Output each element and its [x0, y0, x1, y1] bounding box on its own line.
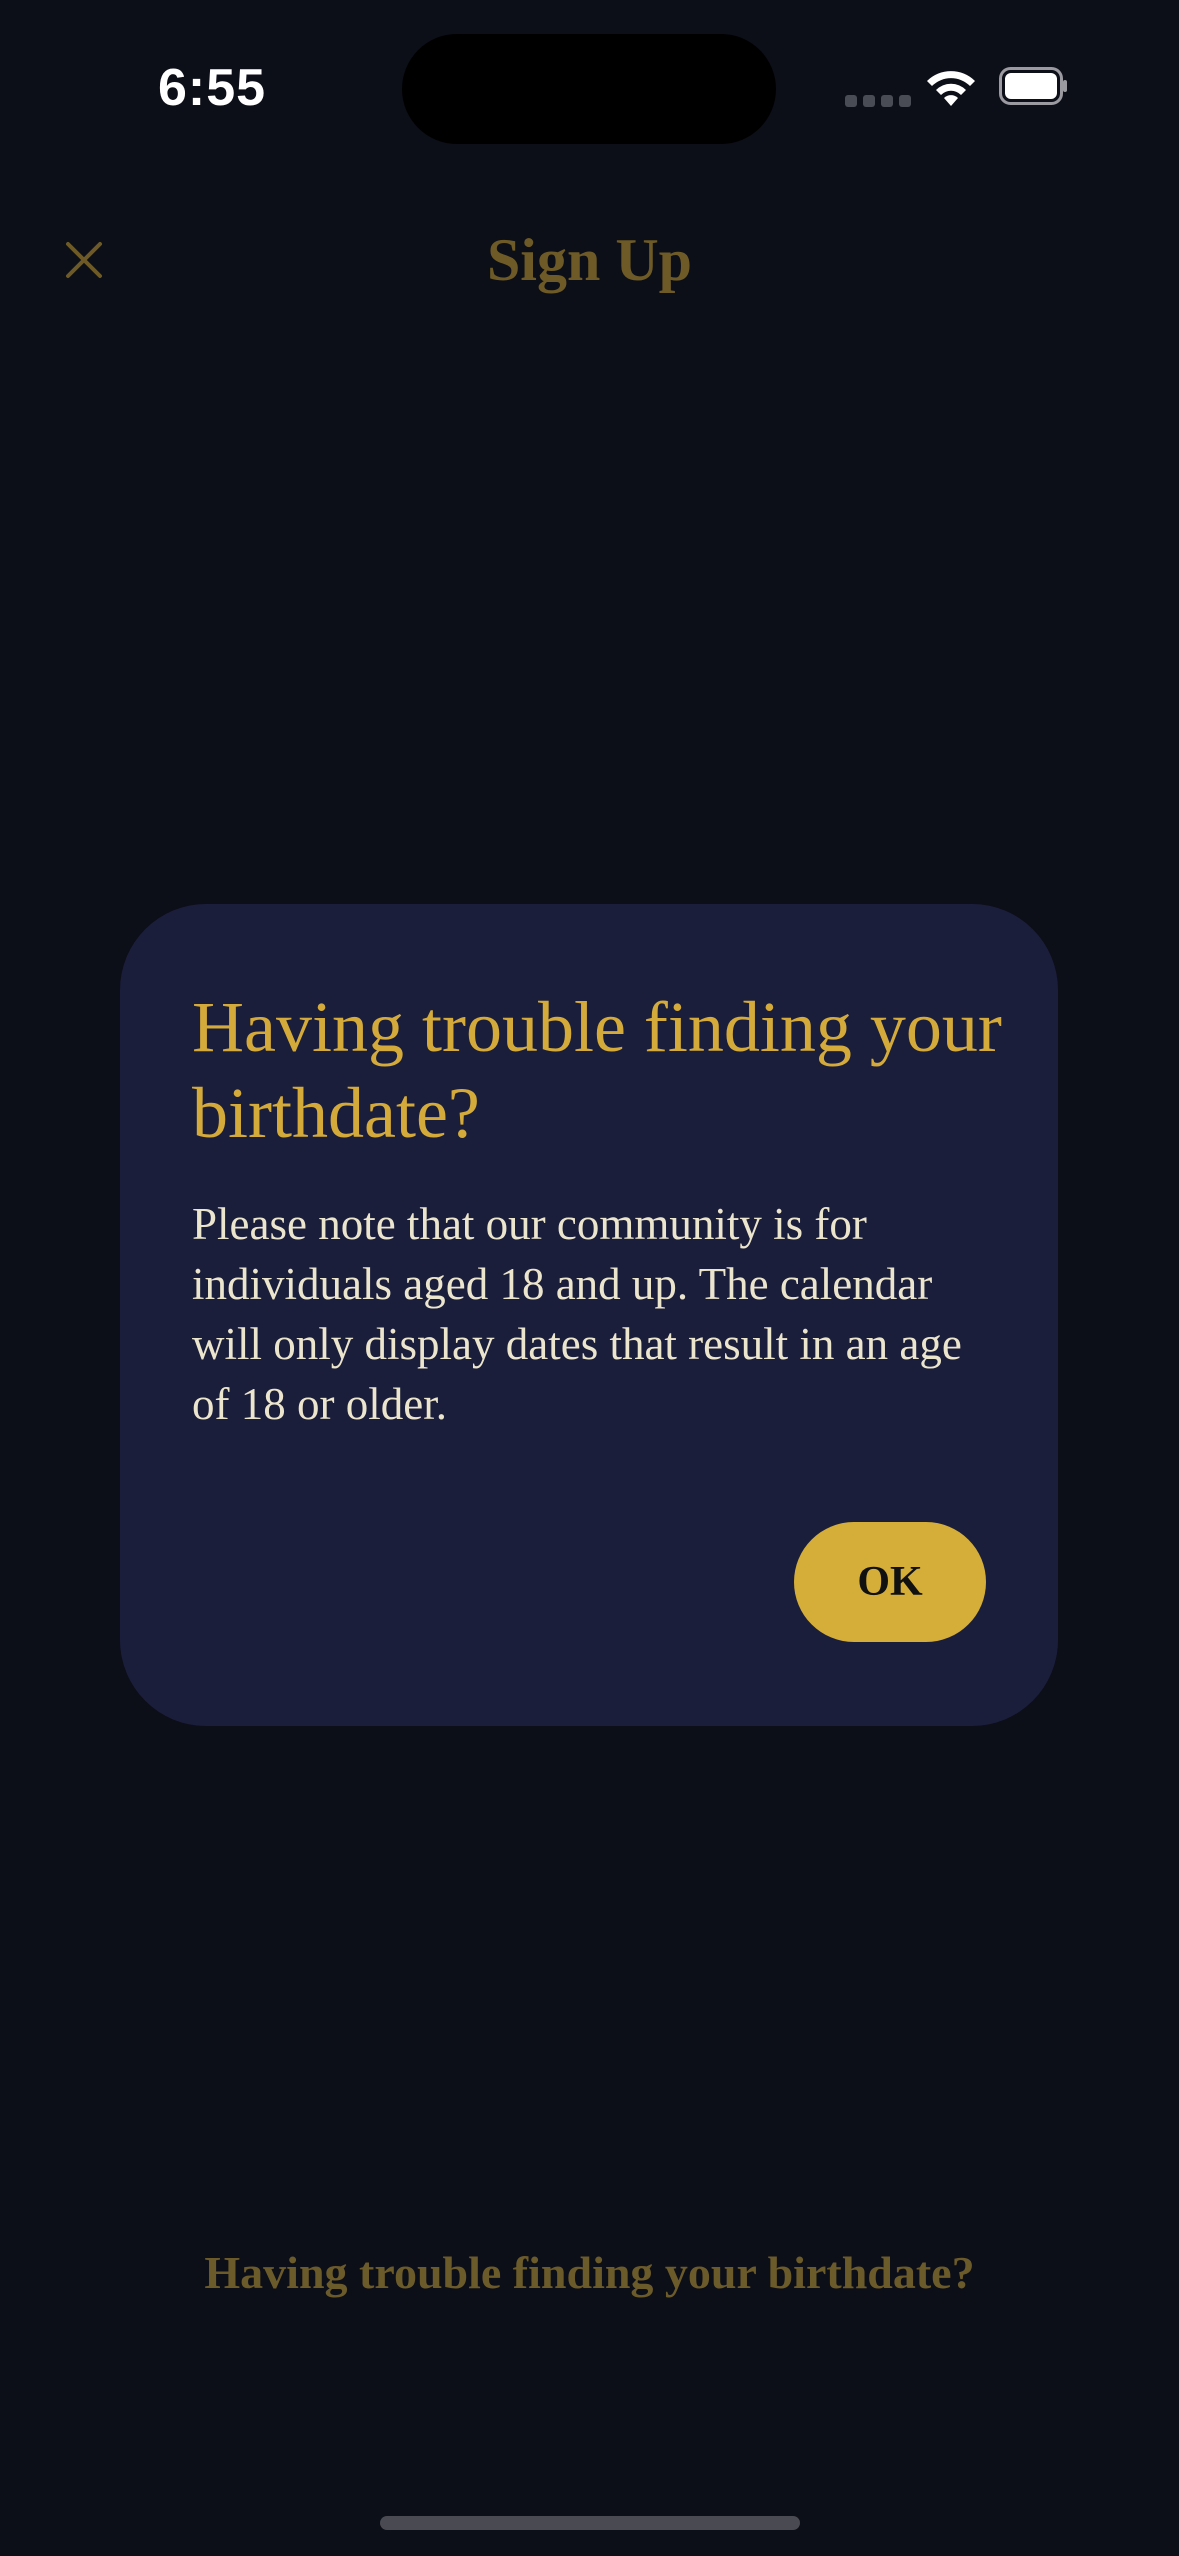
dynamic-island [402, 34, 776, 144]
cellular-signal-icon [845, 95, 911, 107]
status-time: 6:55 [158, 59, 267, 117]
wifi-icon [927, 71, 975, 106]
dialog-message: Please note that our community is for in… [192, 1199, 962, 1429]
home-indicator[interactable] [380, 2516, 800, 2530]
battery-icon [999, 67, 1067, 105]
dialog-title: Having trouble finding your birthdate? [192, 987, 1002, 1153]
birthdate-info-dialog: Having trouble finding your birthdate? P… [120, 904, 1058, 1726]
page-title: Sign Up [486, 227, 693, 293]
birthdate-help-link[interactable]: Having trouble finding your birthdate? [0, 2246, 1179, 2299]
ok-button[interactable]: OK [794, 1522, 986, 1642]
